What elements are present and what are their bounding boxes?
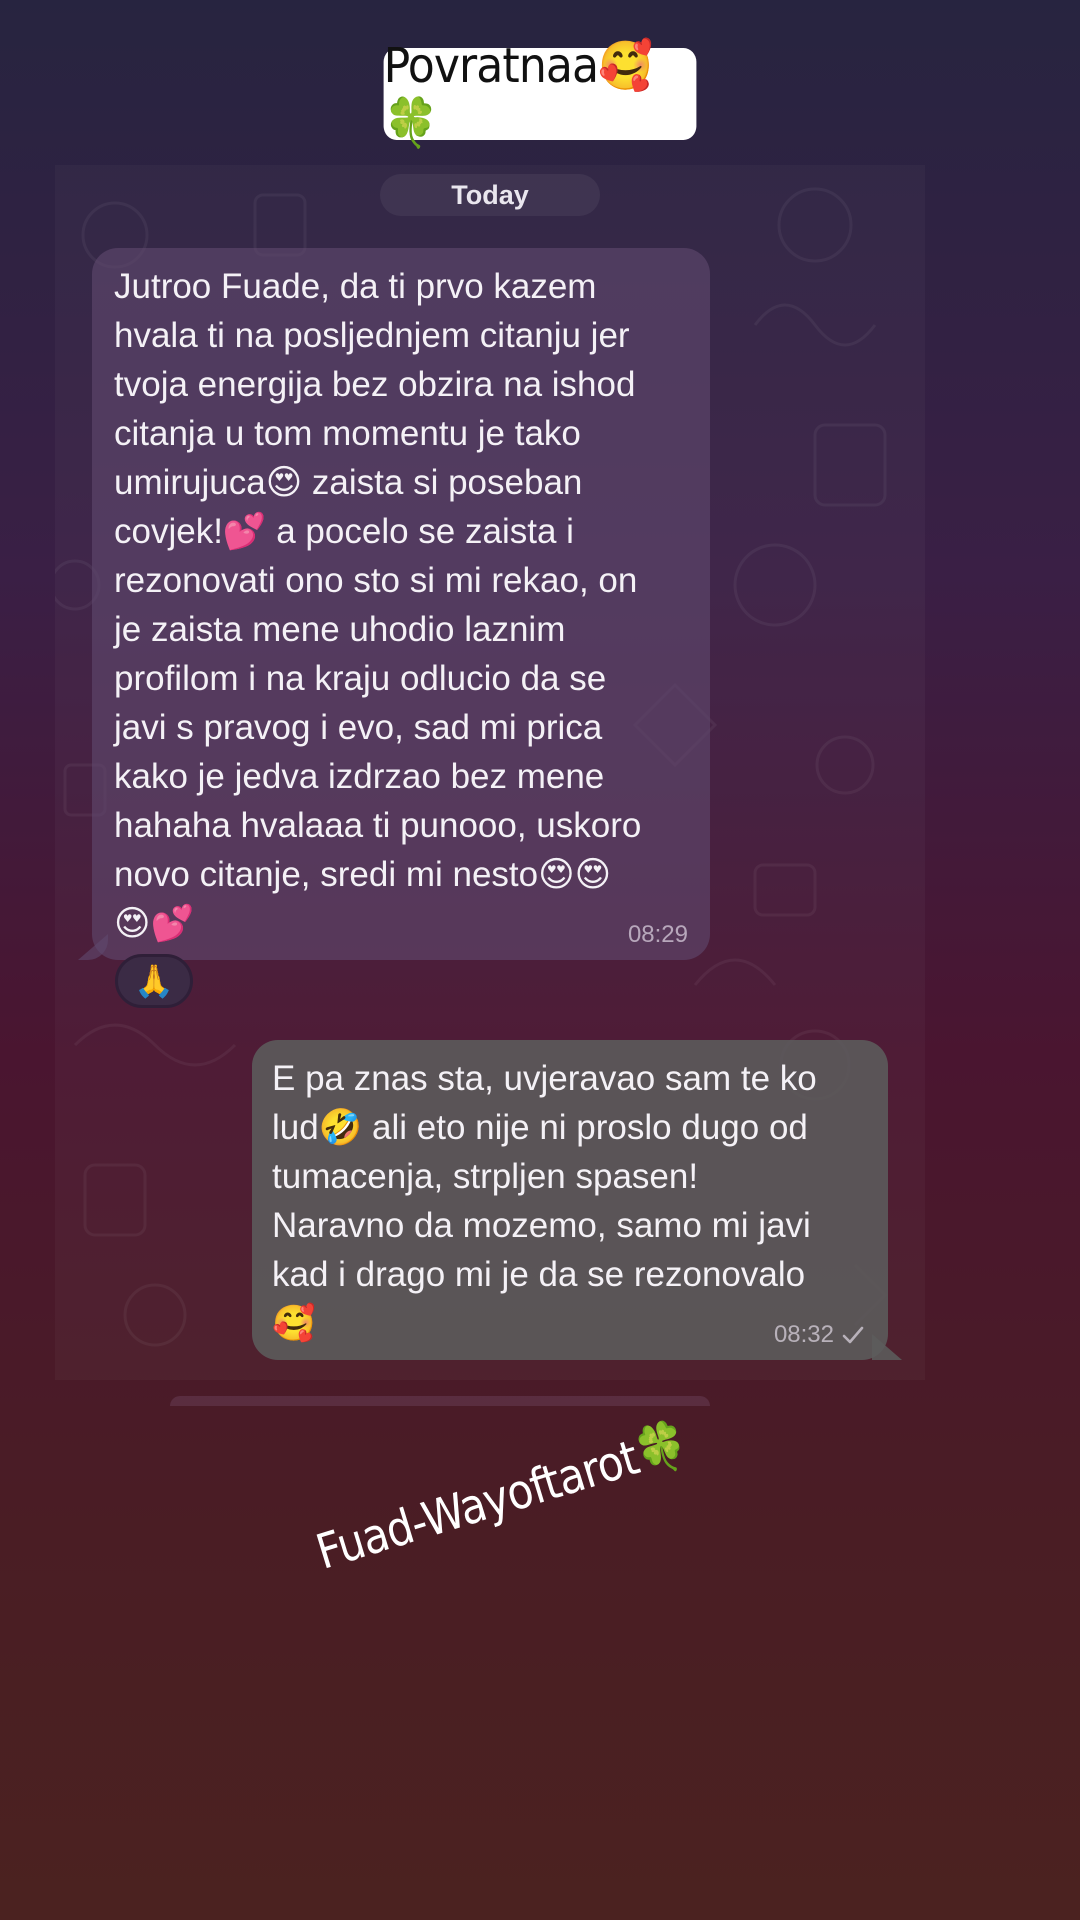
cropped-next-bubble [170, 1396, 710, 1406]
title-sticker: Povratnaa🥰🍀 [383, 38, 697, 151]
title-sticker-text: Povratnaa🥰🍀 [383, 38, 654, 151]
incoming-message-time: 08:29 [628, 920, 688, 950]
incoming-message-text: Jutroo Fuade, da ti prvo kazem hvala ti … [114, 267, 642, 943]
reaction-emoji: 🙏 [134, 963, 174, 999]
outgoing-message-text: E pa znas sta, uvjeravao sam te ko lud🤣 … [272, 1059, 817, 1343]
date-label: Today [451, 179, 529, 210]
date-separator: Today [380, 174, 600, 216]
message-reaction[interactable]: 🙏 [115, 954, 193, 1008]
outgoing-message-bubble[interactable]: E pa znas sta, uvjeravao sam te ko lud🤣 … [252, 1040, 888, 1360]
incoming-message-bubble[interactable]: Jutroo Fuade, da ti prvo kazem hvala ti … [92, 248, 710, 960]
outgoing-message-time: 08:32 [774, 1320, 866, 1350]
incoming-message-time-text: 08:29 [627, 921, 688, 948]
outgoing-message-time-text: 08:32 [773, 1321, 834, 1348]
watermark-text: Fuad-Wayoftarot🍀 [309, 1414, 695, 1581]
single-check-icon [842, 1326, 864, 1344]
